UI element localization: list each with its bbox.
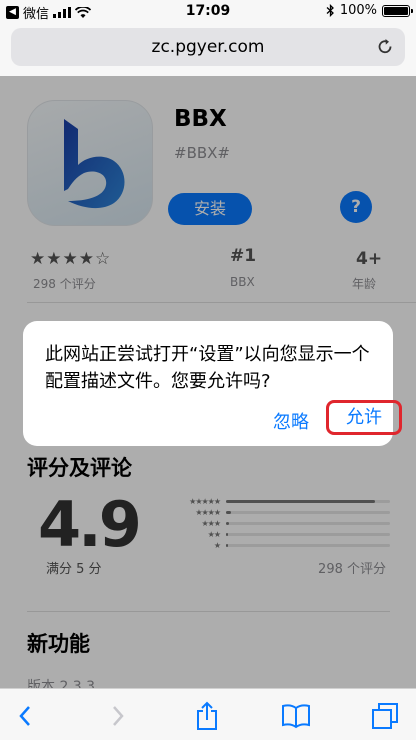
tabs-icon bbox=[372, 703, 398, 729]
share-button[interactable] bbox=[192, 701, 222, 731]
tabs-button[interactable] bbox=[370, 701, 400, 731]
bookmarks-button[interactable] bbox=[281, 701, 311, 731]
status-bar: ◀ 微信 17:09 100% bbox=[0, 0, 416, 22]
chevron-right-icon bbox=[113, 706, 124, 726]
address-bar: zc.pgyer.com bbox=[0, 22, 416, 76]
reload-icon[interactable] bbox=[375, 37, 395, 57]
back-button[interactable] bbox=[10, 701, 40, 731]
book-icon bbox=[282, 704, 310, 729]
open-settings-alert: 此网站正尝试打开“设置”以向您显示一个配置描述文件。您要允许吗? 忽略 允许 bbox=[23, 321, 402, 446]
chevron-left-icon bbox=[19, 706, 30, 726]
url-text: zc.pgyer.com bbox=[151, 37, 265, 57]
alert-message: 此网站正尝试打开“设置”以向您显示一个配置描述文件。您要允许吗? bbox=[45, 344, 370, 392]
forward-button[interactable] bbox=[103, 701, 133, 731]
bluetooth-icon bbox=[326, 4, 334, 17]
allow-button[interactable]: 允许 bbox=[326, 400, 402, 435]
ignore-button[interactable]: 忽略 bbox=[273, 408, 309, 434]
share-icon bbox=[197, 701, 217, 730]
status-right: 100% bbox=[326, 3, 413, 18]
bottom-toolbar bbox=[0, 688, 416, 740]
battery-icon bbox=[382, 4, 413, 17]
url-field[interactable]: zc.pgyer.com bbox=[11, 28, 405, 66]
battery-percent: 100% bbox=[339, 3, 377, 18]
